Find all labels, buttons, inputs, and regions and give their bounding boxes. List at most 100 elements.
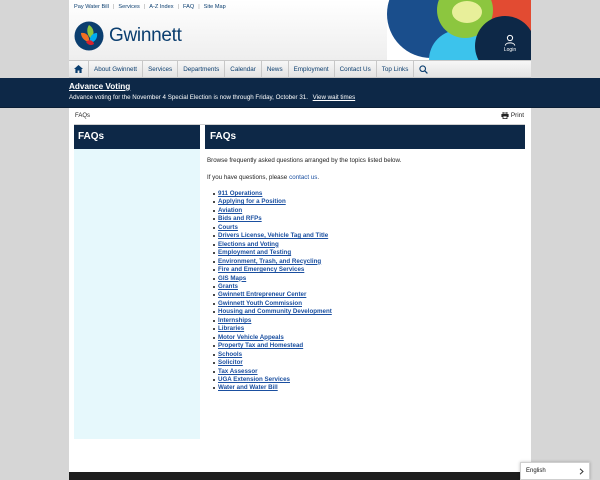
intro-text: Browse frequently asked questions arrang… xyxy=(207,157,402,164)
list-item: Drivers License, Vehicle Tag and Title xyxy=(213,232,525,240)
list-item: Gwinnett Youth Commission xyxy=(213,300,525,308)
list-item: Environment, Trash, and Recycling xyxy=(213,258,525,266)
contact-us-link[interactable]: contact us xyxy=(289,174,317,181)
alert-title[interactable]: Advance Voting xyxy=(69,82,130,91)
list-item: Schools xyxy=(213,351,525,359)
main-content: FAQs Browse frequently asked questions a… xyxy=(205,125,525,393)
faq-link[interactable]: 911 Operations xyxy=(218,190,262,197)
list-item: Bids and RFPs xyxy=(213,215,525,223)
separator: | xyxy=(143,4,146,10)
faq-link[interactable]: Applying for a Position xyxy=(218,198,286,205)
sidebar-title: FAQs xyxy=(74,125,200,149)
faq-link[interactable]: Drivers License, Vehicle Tag and Title xyxy=(218,232,328,239)
list-item: Courts xyxy=(213,224,525,232)
faq-link[interactable]: Aviation xyxy=(218,207,242,214)
list-item: Internships xyxy=(213,317,525,325)
utility-link-pay-water-bill[interactable]: Pay Water Bill xyxy=(74,4,109,10)
faq-link[interactable]: Schools xyxy=(218,351,242,358)
nav-item-calendar[interactable]: Calendar xyxy=(225,61,262,77)
faq-link[interactable]: Internships xyxy=(218,317,251,324)
list-item: Aviation xyxy=(213,207,525,215)
home-icon xyxy=(74,65,83,73)
faq-link[interactable]: Housing and Community Development xyxy=(218,308,332,315)
sidebar: FAQs xyxy=(74,125,200,439)
faq-topic-list: 911 Operations Applying for a Position A… xyxy=(213,190,525,393)
faq-link[interactable]: Motor Vehicle Appeals xyxy=(218,334,284,341)
login-button[interactable]: Login xyxy=(499,34,521,53)
printer-icon xyxy=(501,112,509,119)
nav-item-employment[interactable]: Employment xyxy=(289,61,335,77)
contact-suffix: . xyxy=(317,174,320,181)
nav-item-news[interactable]: News xyxy=(262,61,289,77)
language-selected: English xyxy=(526,468,546,474)
utility-link-site-map[interactable]: Site Map xyxy=(204,4,226,10)
language-selector[interactable]: English xyxy=(520,462,590,480)
faq-link[interactable]: Environment, Trash, and Recycling xyxy=(218,258,321,265)
contact-text: If you have questions, please contact us. xyxy=(207,174,525,181)
faq-link[interactable]: UGA Extension Services xyxy=(218,376,290,383)
user-icon xyxy=(504,34,516,46)
contact-prefix: If you have questions, please xyxy=(207,174,288,181)
alert-message: Advance voting for the November 4 Specia… xyxy=(69,94,355,101)
list-item: Libraries xyxy=(213,325,525,333)
site-header: Pay Water Bill | Services | A-Z Index | … xyxy=(69,0,531,60)
faq-link[interactable]: Gwinnett Youth Commission xyxy=(218,300,302,307)
list-item: Solicitor xyxy=(213,359,525,367)
faq-link[interactable]: Property Tax and Homestead xyxy=(218,342,303,349)
faq-link[interactable]: Grants xyxy=(218,283,238,290)
site-logo[interactable]: Gwinnett xyxy=(74,21,182,51)
list-item: Motor Vehicle Appeals xyxy=(213,334,525,342)
list-item: Property Tax and Homestead xyxy=(213,342,525,350)
nav-item-services[interactable]: Services xyxy=(143,61,179,77)
page: Pay Water Bill | Services | A-Z Index | … xyxy=(0,0,600,480)
utility-link-a-z-index[interactable]: A-Z Index xyxy=(149,4,173,10)
content-area: FAQs Print FAQs FAQs Browse frequently a… xyxy=(69,109,531,480)
nav-item-about-gwinnett[interactable]: About Gwinnett xyxy=(89,61,144,77)
utility-links: Pay Water Bill | Services | A-Z Index | … xyxy=(74,4,226,10)
print-button[interactable]: Print xyxy=(501,112,524,119)
list-item: Water and Water Bill xyxy=(213,384,525,392)
search-button[interactable] xyxy=(414,61,432,77)
faq-link[interactable]: Water and Water Bill xyxy=(218,384,278,391)
logo-text: Gwinnett xyxy=(109,25,182,46)
list-item: Gwinnett Entrepreneur Center xyxy=(213,291,525,299)
faq-link[interactable]: Fire and Emergency Services xyxy=(218,266,304,273)
search-icon xyxy=(419,64,428,74)
logo-mark-icon xyxy=(74,21,104,51)
list-item: Housing and Community Development xyxy=(213,308,525,316)
page-title: FAQs xyxy=(205,125,525,149)
print-label: Print xyxy=(510,112,524,119)
utility-link-faq[interactable]: FAQ xyxy=(183,4,194,10)
separator: | xyxy=(198,4,200,10)
list-item: Elections and Voting xyxy=(213,241,525,249)
main-nav: About Gwinnett Services Departments Cale… xyxy=(69,60,531,78)
list-item: Fire and Emergency Services xyxy=(213,266,525,274)
nav-item-departments[interactable]: Departments xyxy=(178,61,226,77)
list-item: GIS Maps xyxy=(213,275,525,283)
nav-item-top-links[interactable]: Top Links xyxy=(377,61,415,77)
list-item: Employment and Testing xyxy=(213,249,525,257)
separator: | xyxy=(112,4,115,10)
faq-link[interactable]: Courts xyxy=(218,224,238,231)
faq-link[interactable]: GIS Maps xyxy=(218,275,246,282)
nav-item-contact-us[interactable]: Contact Us xyxy=(335,61,377,77)
home-button[interactable] xyxy=(69,61,89,77)
faq-link[interactable]: Tax Assessor xyxy=(218,368,258,375)
faq-link[interactable]: Bids and RFPs xyxy=(218,215,262,222)
list-item: Grants xyxy=(213,283,525,291)
breadcrumb: FAQs xyxy=(75,113,91,119)
list-item: 911 Operations xyxy=(213,190,525,198)
utility-link-services[interactable]: Services xyxy=(118,4,139,10)
list-item: UGA Extension Services xyxy=(213,376,525,384)
separator: | xyxy=(177,4,179,10)
list-item: Applying for a Position xyxy=(213,198,525,206)
site-footer xyxy=(69,472,531,480)
faq-link[interactable]: Libraries xyxy=(218,325,244,332)
faq-link[interactable]: Elections and Voting xyxy=(218,241,279,248)
view-wait-times-link[interactable]: View wait times xyxy=(313,94,356,101)
list-item: Tax Assessor xyxy=(213,368,525,376)
faq-link[interactable]: Solicitor xyxy=(218,359,243,366)
faq-link[interactable]: Employment and Testing xyxy=(218,249,291,256)
alert-message-text: Advance voting for the November 4 Specia… xyxy=(69,94,308,101)
faq-link[interactable]: Gwinnett Entrepreneur Center xyxy=(218,291,306,298)
